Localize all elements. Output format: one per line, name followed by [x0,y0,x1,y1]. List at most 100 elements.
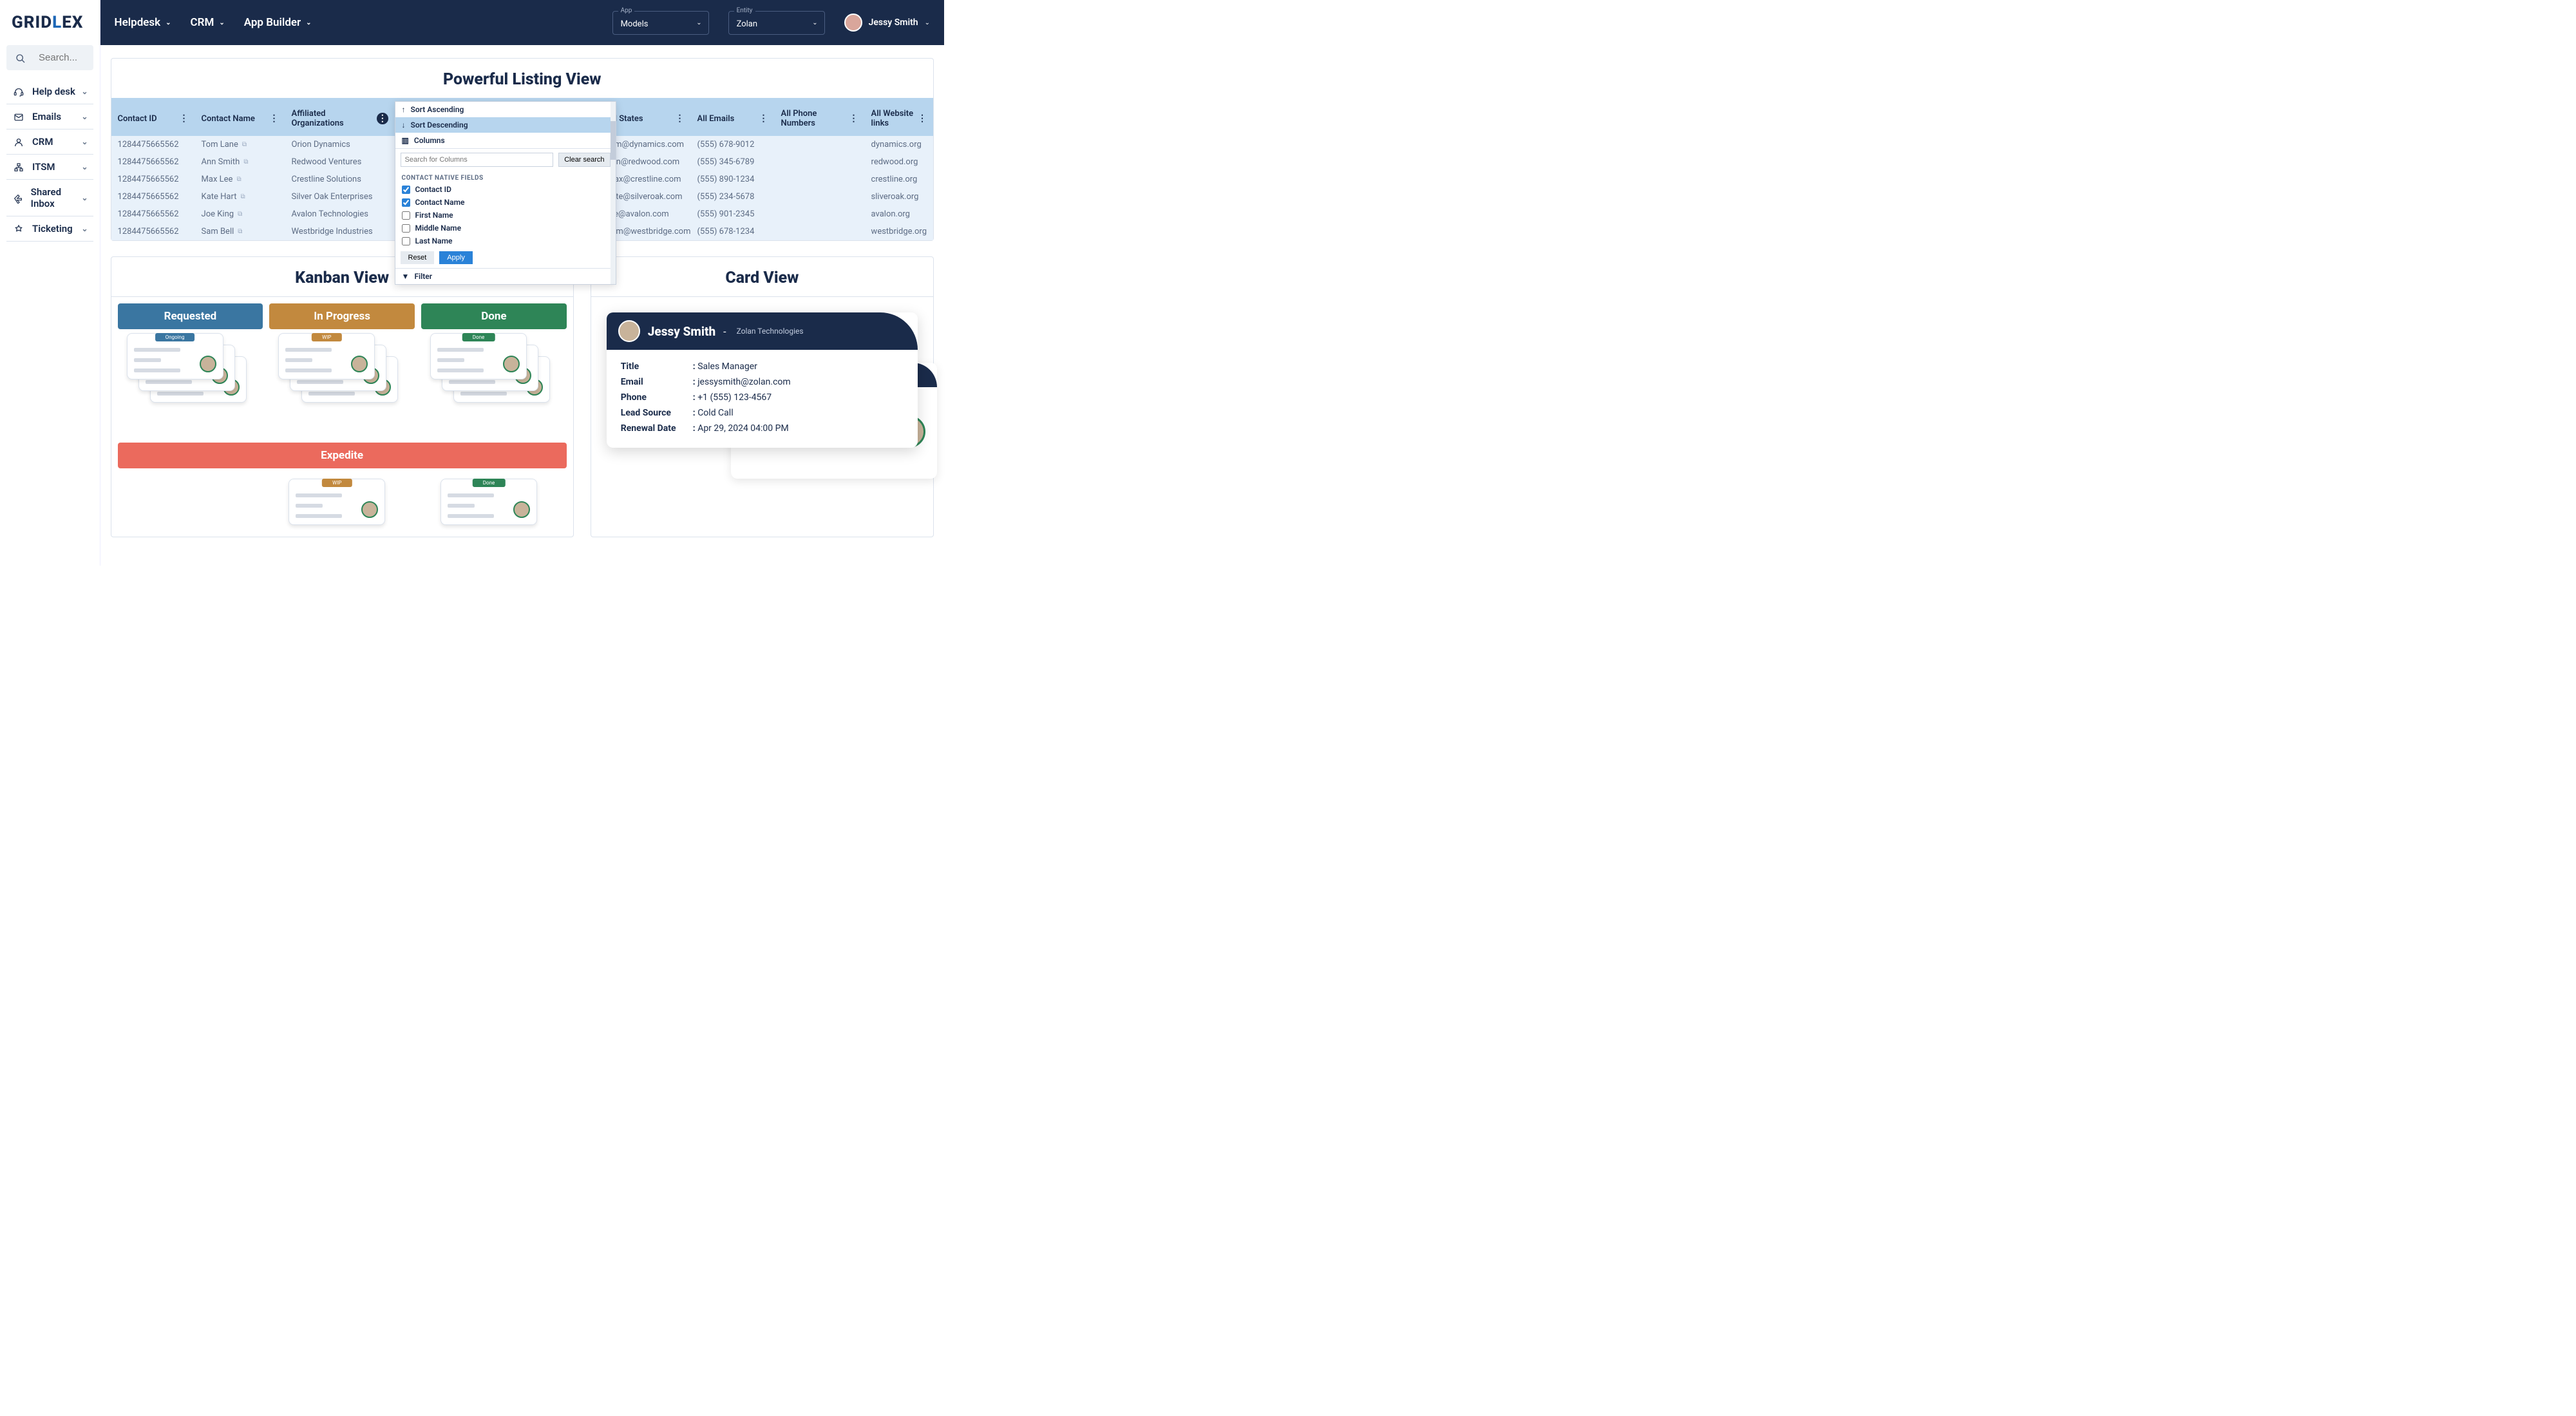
user-name: Jessy Smith [869,17,918,28]
col-websites[interactable]: All Website links⋮ [865,101,933,136]
sidebar-item-crm[interactable]: CRM ⌄ [6,129,93,155]
user-icon [12,136,26,148]
sidebar-item-ticketing[interactable]: Ticketing ⌄ [6,216,93,242]
menu-icon[interactable]: ⋮ [918,113,927,124]
card-field: Renewal DateApr 29, 2024 04:00 PM [621,421,904,436]
card-field: TitleSales Manager [621,359,904,374]
col-phones[interactable]: All Phone Numbers⋮ [775,101,865,136]
search-icon [15,52,32,64]
sidebar-item-emails[interactable]: Emails ⌄ [6,104,93,129]
chevron-down-icon: ⌄ [306,19,311,26]
menu-icon[interactable]: ⋮ [377,113,388,124]
avatar [844,14,862,32]
logo: GRIDLEX [6,6,93,45]
apply-button[interactable]: Apply [439,251,473,264]
sidebar-item-label: CRM [32,136,53,148]
link-icon[interactable]: ⧉ [243,158,248,166]
expedite-banner: Expedite [118,443,567,468]
chevron-down-icon: ⌄ [81,224,88,233]
kanban-card[interactable]: WIP [289,479,385,525]
filter-icon: ▼ [402,272,410,281]
menu-icon[interactable]: ⋮ [849,113,858,124]
sidebar: GRIDLEX Help desk ⌄ Emails ⌄ CRM ⌄ [0,0,100,566]
sort-asc[interactable]: ↑Sort Ascending [395,102,616,117]
sidebar-search[interactable] [6,45,93,70]
kanban-card[interactable]: Done [440,479,537,525]
column-context-menu: ↑Sort Ascending ↓Sort Descending ▥Column… [395,101,616,285]
link-icon[interactable]: ⧉ [236,176,241,183]
cardview-title: Card View [591,257,933,297]
fields-section-header: CONTACT NATIVE FIELDS [395,171,616,183]
link-icon[interactable]: ⧉ [238,211,242,218]
select-value: Zolan [737,19,757,29]
avatar [361,501,378,518]
field-checkbox[interactable]: Last Name [395,234,616,247]
card-field: Lead SourceCold Call [621,405,904,421]
chevron-down-icon: ⌄ [81,162,88,171]
sidebar-item-shared-inbox[interactable]: Shared Inbox ⌄ [6,180,93,216]
filter-toggle[interactable]: ▼Filter [395,269,616,284]
card-name: Jessy Smith [648,324,715,339]
sidebar-item-label: Emails [32,111,61,122]
share-icon [12,192,24,204]
topbar: Helpdesk⌄ CRM⌄ App Builder⌄ App Models ⌄… [100,0,944,45]
headset-icon [12,86,26,97]
col-emails[interactable]: All Emails⋮ [691,101,775,136]
topnav-helpdesk[interactable]: Helpdesk⌄ [115,16,171,29]
avatar [200,356,216,372]
kanban-card[interactable]: Done [430,333,527,379]
card-field: Emailjessysmith@zolan.com [621,374,904,390]
clear-search-button[interactable]: Clear search [558,153,610,167]
avatar [503,356,520,372]
col-org[interactable]: Affiliated Organizations ⋮ ↑Sort Ascendi… [285,101,395,136]
sidebar-item-itsm[interactable]: ITSM ⌄ [6,155,93,180]
sidebar-item-helpdesk[interactable]: Help desk ⌄ [6,79,93,104]
columns-icon: ▥ [402,136,409,145]
columns-toggle[interactable]: ▥Columns [395,133,616,148]
app-select[interactable]: App Models ⌄ [612,11,709,35]
field-checkbox[interactable]: Contact Name [395,196,616,209]
kanban-card[interactable]: WIP [278,333,375,379]
sidebar-item-label: ITSM [32,161,55,173]
field-checkbox[interactable]: Middle Name [395,222,616,234]
listing-panel: Powerful Listing View Contact ID⋮ Contac… [111,58,934,241]
kanban-column-header: Done [421,303,567,329]
sidebar-item-label: Ticketing [32,223,73,234]
chevron-down-icon: ⌄ [166,19,171,26]
contact-card[interactable]: Jessy Smith - Zolan Technologies TitleSa… [607,312,918,448]
kanban-card[interactable]: Ongoing [127,333,223,379]
topnav-crm[interactable]: CRM⌄ [191,16,225,29]
field-checkbox[interactable]: First Name [395,209,616,222]
ticket-icon [12,223,26,234]
scrollbar[interactable] [611,102,616,284]
col-contact-name[interactable]: Contact Name⋮ [195,101,285,136]
menu-icon[interactable]: ⋮ [180,113,189,124]
entity-select[interactable]: Entity Zolan ⌄ [728,11,825,35]
select-label: Entity [734,7,755,14]
chevron-down-icon: ⌄ [925,19,930,26]
sort-desc[interactable]: ↓Sort Descending [395,117,616,133]
chevron-down-icon: ⌄ [81,112,88,121]
avatar [618,320,640,342]
chevron-down-icon: ⌄ [219,19,224,26]
col-contact-id[interactable]: Contact ID⋮ [111,101,195,136]
avatar [513,501,530,518]
link-icon[interactable]: ⧉ [242,141,247,148]
field-checkbox[interactable]: Contact ID [395,183,616,196]
topnav-app-builder[interactable]: App Builder⌄ [244,16,312,29]
search-input[interactable] [39,52,84,63]
card-company: Zolan Technologies [737,327,804,336]
link-icon[interactable]: ⧉ [238,228,242,235]
reset-button[interactable]: Reset [401,251,435,264]
menu-icon[interactable]: ⋮ [676,113,685,124]
kanban-panel: Kanban View Requested Ongoing Ongoing On… [111,256,574,537]
user-menu[interactable]: Jessy Smith ⌄ [844,14,930,32]
menu-icon[interactable]: ⋮ [270,113,279,124]
listing-title: Powerful Listing View [111,59,933,101]
column-search-input[interactable] [401,153,554,167]
chevron-down-icon: ⌄ [81,137,88,146]
chevron-down-icon: ⌄ [81,87,88,96]
menu-icon[interactable]: ⋮ [759,113,768,124]
mail-icon [12,111,26,122]
link-icon[interactable]: ⧉ [240,193,245,200]
